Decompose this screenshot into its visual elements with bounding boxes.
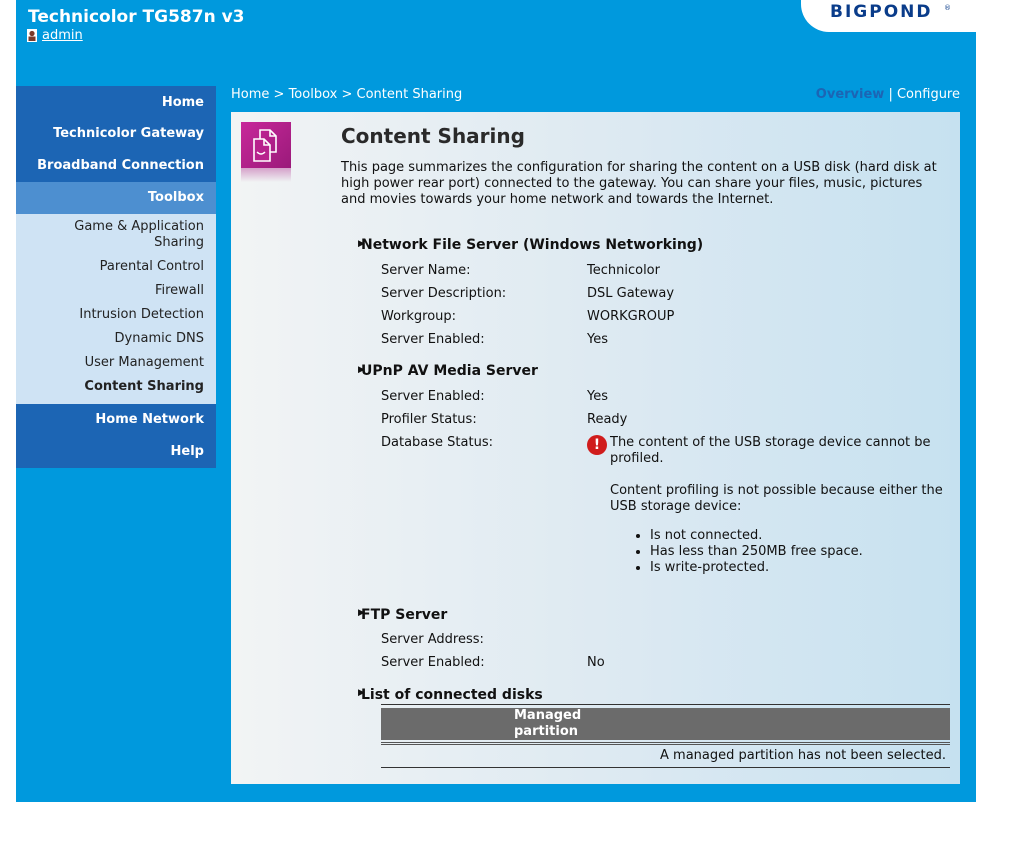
nav-broadband-connection[interactable]: Broadband Connection — [16, 150, 216, 182]
upnp-enabled-label: Server Enabled: — [381, 389, 485, 404]
user-icon — [27, 29, 37, 42]
database-status-message: The content of the USB storage device ca… — [610, 435, 955, 576]
disks-section-title: List of connected disks — [361, 687, 543, 703]
user-line: admin — [27, 28, 83, 43]
column-header-line2: partition — [514, 724, 579, 739]
nfs-section-title: Network File Server (Windows Networking) — [361, 237, 704, 253]
server-description-label: Server Description: — [381, 286, 507, 301]
breadcrumb-current: Content Sharing — [356, 87, 463, 102]
product-title: Technicolor TG587n v3 — [28, 7, 245, 27]
list-item: Is not connected. — [650, 528, 955, 544]
table-bottom-rule — [381, 767, 950, 768]
ftp-address-label: Server Address: — [381, 632, 484, 647]
subnav-dynamic-dns[interactable]: Dynamic DNS — [16, 328, 216, 352]
breadcrumb-toolbox[interactable]: Toolbox — [289, 87, 338, 102]
error-reasons-list: Is not connected. Has less than 250MB fr… — [610, 528, 955, 576]
breadcrumb-separator: > — [341, 87, 353, 102]
nav-technicolor-gateway[interactable]: Technicolor Gateway — [16, 118, 216, 150]
database-status-label: Database Status: — [381, 435, 493, 450]
nfs-enabled-value: Yes — [587, 332, 608, 347]
page-intro: This page summarizes the configuration f… — [341, 160, 937, 207]
error-detail: Content profiling is not possible becaus… — [610, 483, 943, 514]
subnav-parental-control[interactable]: Parental Control — [16, 256, 216, 280]
subnav-user-management[interactable]: User Management — [16, 352, 216, 376]
subnav-firewall[interactable]: Firewall — [16, 280, 216, 304]
registered-mark: ® — [944, 4, 951, 12]
ftp-section-title: FTP Server — [361, 607, 448, 623]
server-name-label: Server Name: — [381, 263, 471, 278]
configure-link[interactable]: Configure — [897, 87, 960, 102]
nav-home-network[interactable]: Home Network — [16, 404, 216, 436]
table-header-rule — [381, 742, 950, 745]
content-panel: Content Sharing This page summarizes the… — [231, 112, 960, 784]
content-sharing-icon — [241, 122, 291, 168]
bigpond-logo: BIGPOND — [830, 2, 933, 22]
disk-table-empty-message: A managed partition has not been selecte… — [660, 748, 946, 763]
view-links: Overview | Configure — [816, 87, 960, 102]
nav-home[interactable]: Home — [16, 86, 216, 118]
toolbox-subnav: Game & Application Sharing Parental Cont… — [16, 214, 216, 404]
nav-toolbox[interactable]: Toolbox — [16, 182, 216, 214]
subnav-label-line1: Game & Application — [74, 219, 204, 234]
ftp-enabled-value: No — [587, 655, 605, 670]
error-title: The content of the USB storage device ca… — [610, 435, 931, 466]
nfs-enabled-label: Server Enabled: — [381, 332, 485, 347]
column-header-managed-partition: Managed partition — [514, 708, 581, 740]
upnp-enabled-value: Yes — [587, 389, 608, 404]
upnp-section-title: UPnP AV Media Server — [361, 363, 538, 379]
page-title: Content Sharing — [341, 124, 525, 148]
breadcrumb: Home > Toolbox > Content Sharing — [231, 87, 462, 102]
user-link[interactable]: admin — [42, 28, 83, 43]
breadcrumb-separator: > — [273, 87, 285, 102]
view-links-separator: | — [888, 87, 893, 102]
overview-link[interactable]: Overview — [816, 87, 885, 102]
subnav-game-application-sharing[interactable]: Game & Application Sharing — [16, 216, 216, 256]
disk-table-header: Managed partition — [381, 708, 950, 740]
list-item: Has less than 250MB free space. — [650, 544, 955, 560]
profiler-status-value: Ready — [587, 412, 628, 427]
icon-reflection — [241, 168, 291, 182]
column-header-line1: Managed — [514, 708, 582, 723]
subnav-content-sharing[interactable]: Content Sharing — [16, 376, 216, 400]
sidebar: Home Technicolor Gateway Broadband Conne… — [16, 86, 216, 468]
list-item: Is write-protected. — [650, 560, 955, 576]
table-top-rule — [381, 704, 950, 705]
breadcrumb-home[interactable]: Home — [231, 87, 269, 102]
server-description-value: DSL Gateway — [587, 286, 675, 301]
server-name-value: Technicolor — [587, 263, 660, 278]
subnav-intrusion-detection[interactable]: Intrusion Detection — [16, 304, 216, 328]
subnav-label-line2: Sharing — [154, 235, 204, 250]
workgroup-label: Workgroup: — [381, 309, 457, 324]
nav-help[interactable]: Help — [16, 436, 216, 468]
profiler-status-label: Profiler Status: — [381, 412, 477, 427]
workgroup-value: WORKGROUP — [587, 309, 675, 324]
error-icon: ! — [587, 435, 607, 455]
ftp-enabled-label: Server Enabled: — [381, 655, 485, 670]
